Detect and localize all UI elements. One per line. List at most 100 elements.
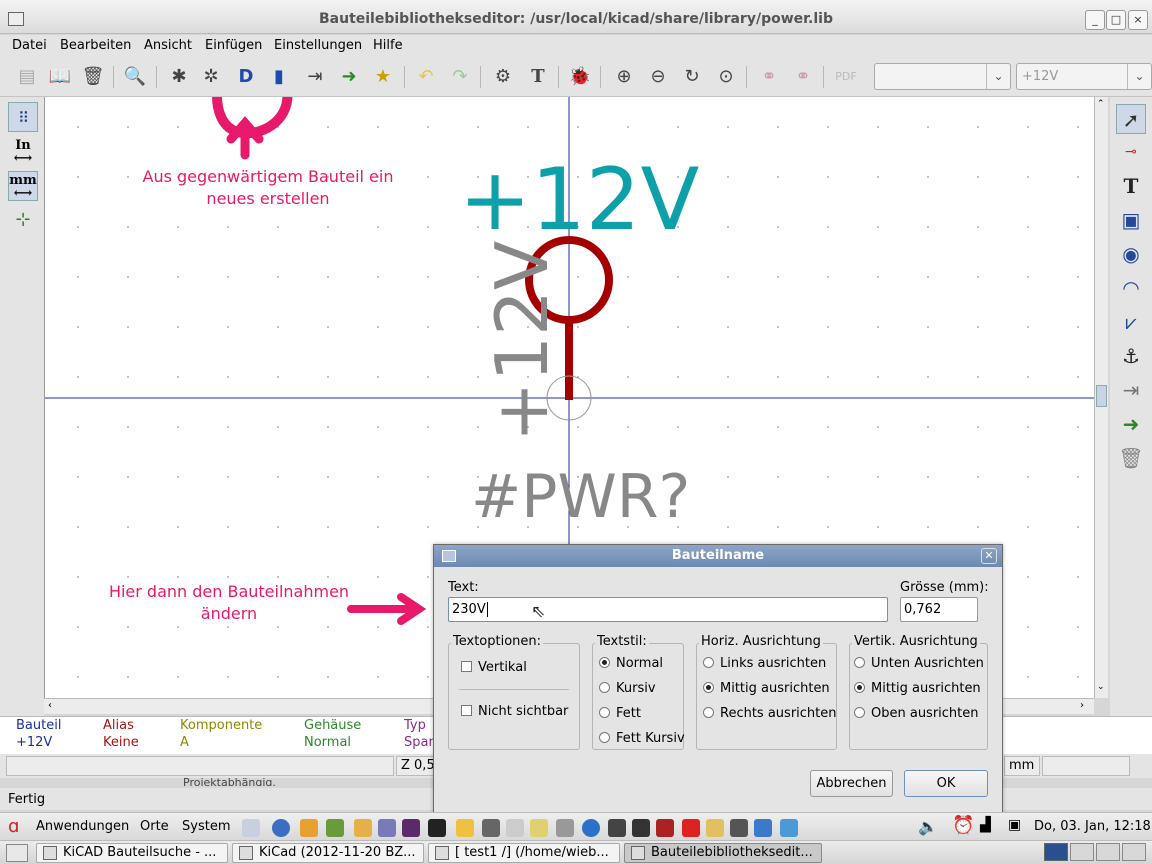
tool-icon[interactable] bbox=[300, 819, 318, 837]
pointer-icon[interactable] bbox=[378, 819, 396, 837]
import-icon[interactable]: ⇥ bbox=[302, 64, 328, 90]
size-input[interactable]: 0,762 bbox=[900, 597, 978, 622]
grid-toggle-icon[interactable]: ⠿ bbox=[8, 102, 38, 132]
editor-icon[interactable] bbox=[506, 819, 524, 837]
menu-bearbeiten[interactable]: Bearbeiten bbox=[60, 38, 131, 53]
redo-icon[interactable]: ↷ bbox=[447, 64, 473, 90]
monitor-icon[interactable]: ▣ bbox=[1008, 817, 1021, 833]
select-arrow-icon[interactable]: ➚ bbox=[1116, 104, 1146, 134]
textstil-normal-radio[interactable]: Normal bbox=[599, 656, 663, 671]
dialog-close-icon[interactable]: ✕ bbox=[981, 548, 997, 564]
python-icon[interactable] bbox=[754, 819, 772, 837]
email-icon[interactable] bbox=[242, 819, 260, 837]
cancel-button[interactable]: Abbrechen bbox=[810, 770, 893, 797]
bug-icon[interactable]: 🐞 bbox=[567, 64, 593, 90]
menu-datei[interactable]: Datei bbox=[12, 38, 47, 53]
scroll-up-icon[interactable]: ⌃ bbox=[1097, 99, 1105, 109]
menu-einstellungen[interactable]: Einstellungen bbox=[274, 38, 362, 53]
add-text-icon[interactable]: T bbox=[1116, 171, 1146, 201]
task-test1[interactable]: [ test1 /] (/home/wieb... bbox=[428, 843, 620, 863]
add-arc-icon[interactable]: ◠ bbox=[1116, 273, 1146, 303]
alarm-clock-icon[interactable]: ⏰ bbox=[952, 815, 974, 836]
task-kicad-bauteilsuche[interactable]: KiCAD Bauteilsuche - ... bbox=[36, 843, 228, 863]
add-circle-icon[interactable]: ◉ bbox=[1116, 239, 1146, 269]
export-shape-icon[interactable]: ➜ bbox=[1116, 409, 1146, 439]
trash-icon[interactable]: 🗑 bbox=[1116, 443, 1146, 473]
gimp-icon[interactable] bbox=[608, 819, 626, 837]
text-input[interactable]: 230V bbox=[448, 597, 888, 622]
nicht-sichtbar-checkbox[interactable]: Nicht sichtbar bbox=[461, 704, 568, 719]
terminal-icon[interactable] bbox=[428, 819, 446, 837]
pin-b-icon[interactable]: ⚭ bbox=[790, 64, 816, 90]
scroll-down-icon[interactable]: ⌄ bbox=[1097, 682, 1105, 692]
add-pin-icon[interactable]: ⊸ bbox=[1116, 137, 1146, 167]
chess-icon[interactable] bbox=[326, 819, 344, 837]
clock[interactable]: Do, 03. Jan, 12:18 bbox=[1034, 819, 1151, 834]
vertikal-checkbox[interactable]: Vertikal bbox=[461, 660, 527, 675]
workspace-1[interactable] bbox=[1044, 843, 1068, 861]
textstil-kursiv-radio[interactable]: Kursiv bbox=[599, 681, 656, 696]
kicad-icon[interactable] bbox=[656, 819, 674, 837]
textstil-fett-radio[interactable]: Fett bbox=[599, 706, 641, 721]
dolphin-icon[interactable] bbox=[780, 819, 798, 837]
network-icon[interactable] bbox=[582, 819, 600, 837]
menu-einfuegen[interactable]: Einfügen bbox=[205, 38, 262, 53]
pdf-icon[interactable]: PDF bbox=[833, 64, 859, 90]
import-shape-icon[interactable]: ⇥ bbox=[1116, 375, 1146, 405]
menu-orte[interactable]: Orte bbox=[140, 819, 169, 834]
undo-icon[interactable]: ↶ bbox=[413, 64, 439, 90]
vscroll-thumb[interactable] bbox=[1096, 385, 1107, 407]
textstil-fett-kursiv-radio[interactable]: Fett Kursiv bbox=[599, 731, 685, 746]
ercc-icon[interactable]: ⚙ bbox=[490, 64, 516, 90]
zoom-in-icon[interactable]: ⊕ bbox=[611, 64, 637, 90]
close-button[interactable]: × bbox=[1128, 10, 1148, 30]
tex-icon[interactable] bbox=[556, 819, 574, 837]
add-to-lib-icon[interactable]: ★ bbox=[370, 64, 396, 90]
minimize-button[interactable]: _ bbox=[1085, 10, 1105, 30]
red-app-icon[interactable] bbox=[682, 819, 700, 837]
horiz-mittig-radio[interactable]: Mittig ausrichten bbox=[703, 681, 830, 696]
scroll-right-icon[interactable]: › bbox=[1080, 700, 1084, 711]
browser-icon[interactable] bbox=[272, 819, 290, 837]
export-icon[interactable]: ➜ bbox=[336, 64, 362, 90]
save-lib-icon[interactable]: ▤ bbox=[14, 64, 40, 90]
zoom-fit-icon[interactable]: ⊙ bbox=[713, 64, 739, 90]
load-part-icon[interactable]: ✲ bbox=[198, 64, 224, 90]
new-part-icon[interactable]: ✱ bbox=[166, 64, 192, 90]
add-rectangle-icon[interactable]: ▣ bbox=[1116, 205, 1146, 235]
workspace-2[interactable] bbox=[1070, 843, 1094, 861]
menu-anwendungen[interactable]: Anwendungen bbox=[36, 819, 129, 834]
vertical-scrollbar[interactable]: ⌃ ⌄ bbox=[1094, 97, 1108, 698]
save-part-icon[interactable]: ▮ bbox=[266, 64, 292, 90]
task-bauteilebibliothekseditor[interactable]: Bauteilebibliotheksedit... bbox=[624, 843, 822, 863]
workspace-3[interactable] bbox=[1096, 843, 1120, 861]
task-kicad[interactable]: KiCad (2012-11-20 BZ... bbox=[232, 843, 424, 863]
view-lib-icon[interactable]: 🔍 bbox=[122, 64, 148, 90]
ok-button[interactable]: OK bbox=[904, 770, 988, 797]
add-polyline-icon[interactable]: ⩗ bbox=[1116, 307, 1146, 337]
emacs-icon[interactable] bbox=[402, 819, 420, 837]
horiz-rechts-radio[interactable]: Rechts ausrichten bbox=[703, 706, 837, 721]
lock-icon[interactable] bbox=[456, 819, 474, 837]
vertik-oben-radio[interactable]: Oben ausrichten bbox=[854, 706, 979, 721]
show-desktop-icon[interactable] bbox=[6, 844, 28, 862]
horiz-links-radio[interactable]: Links ausrichten bbox=[703, 656, 826, 671]
refresh-icon[interactable]: ↻ bbox=[679, 64, 705, 90]
menu-hilfe[interactable]: Hilfe bbox=[373, 38, 403, 53]
anchor-icon[interactable]: ⚓ bbox=[1116, 341, 1146, 371]
pin-a-icon[interactable]: ⚭ bbox=[756, 64, 782, 90]
library-icon[interactable]: 📖 bbox=[47, 64, 73, 90]
menu-system[interactable]: System bbox=[182, 819, 230, 834]
menu-ansicht[interactable]: Ansicht bbox=[144, 38, 192, 53]
create-from-current-icon[interactable]: D bbox=[233, 64, 259, 90]
cursor-shape-icon[interactable]: ⊹ bbox=[8, 205, 38, 235]
vertik-unten-radio[interactable]: Unten Ausrichten bbox=[854, 656, 984, 671]
maximize-button[interactable]: □ bbox=[1106, 10, 1126, 30]
scroll-left-icon[interactable]: ‹ bbox=[48, 700, 52, 711]
units-inch-button[interactable]: In ⟷ bbox=[8, 137, 38, 167]
volume-icon[interactable]: 🔈 bbox=[918, 817, 938, 836]
notes-icon[interactable] bbox=[530, 819, 548, 837]
zoom-out-icon[interactable]: ⊖ bbox=[645, 64, 671, 90]
butterfly-icon[interactable] bbox=[354, 819, 372, 837]
pirate-icon[interactable] bbox=[632, 819, 650, 837]
